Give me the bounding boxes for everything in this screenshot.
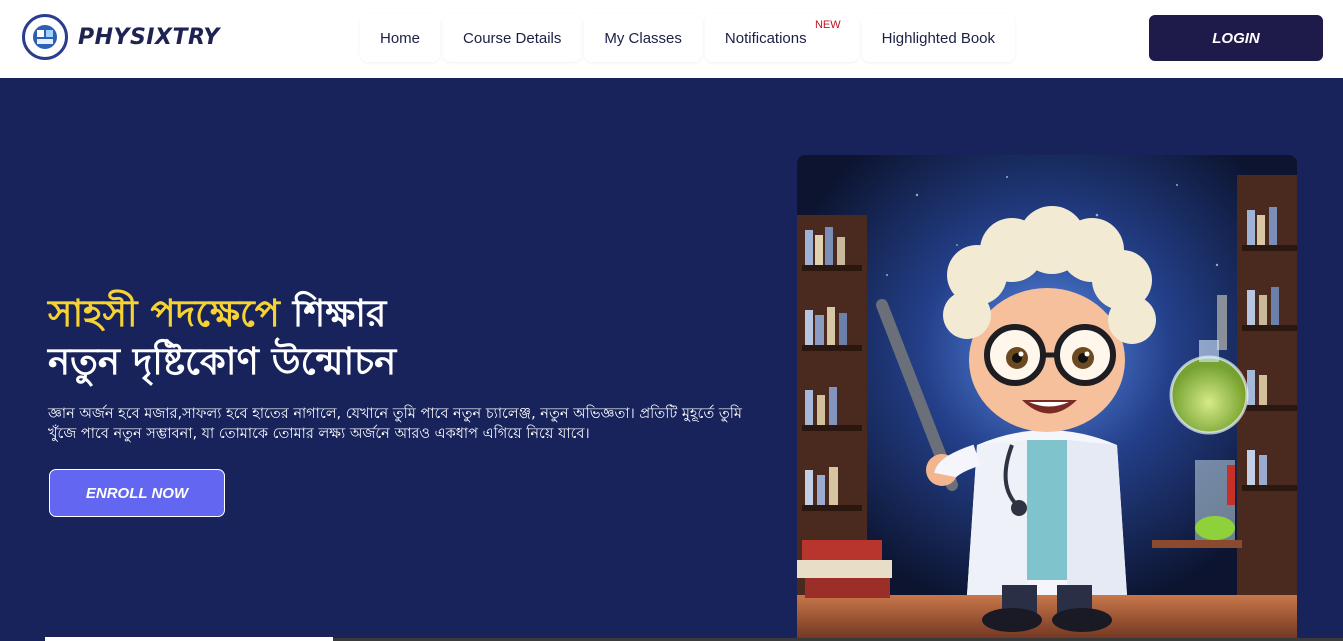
hero-title-highlight: সাহসী পদক্ষেপে <box>48 292 280 335</box>
nav-home-label: Home <box>380 29 421 47</box>
brand-name: PHYSIXTRY <box>78 24 220 50</box>
main-nav: Home Course Details My Classes Notificat… <box>360 14 1016 62</box>
hero-title-line2: নতুন দৃষ্টিকোণ উন্মোচন <box>48 340 397 383</box>
hero-description: জ্ঞান অর্জন হবে মজার,সাফল্য হবে হাতের না… <box>48 406 742 442</box>
login-button[interactable]: LOGIN <box>1149 15 1323 61</box>
hero-title-rest: শিক্ষার <box>279 292 387 335</box>
hero-illustration <box>797 155 1297 641</box>
hero-title: সাহসী পদক্ষেপে শিক্ষার নতুন দৃষ্টিকোণ উন… <box>48 290 396 386</box>
new-badge: NEW <box>814 19 841 31</box>
nav-course-details-label: Course Details <box>463 29 562 47</box>
enroll-now-button[interactable]: ENROLL NOW <box>49 469 225 517</box>
logo-icon <box>22 14 68 60</box>
nav-course-details[interactable]: Course Details <box>443 14 582 62</box>
nav-highlighted-book[interactable]: Highlighted Book <box>861 14 1016 62</box>
nav-home[interactable]: Home <box>360 14 441 62</box>
site-header: PHYSIXTRY Home Course Details My Classes… <box>0 0 1343 78</box>
brand-logo-link[interactable]: PHYSIXTRY <box>22 14 220 60</box>
scrollbar-thumb[interactable] <box>45 637 333 641</box>
nav-notifications[interactable]: Notifications NEW <box>704 14 859 62</box>
nav-my-classes-label: My Classes <box>604 29 682 47</box>
nav-highlighted-book-label: Highlighted Book <box>881 29 996 47</box>
nav-notifications-label: Notifications <box>724 29 807 47</box>
nav-my-classes[interactable]: My Classes <box>584 14 702 62</box>
